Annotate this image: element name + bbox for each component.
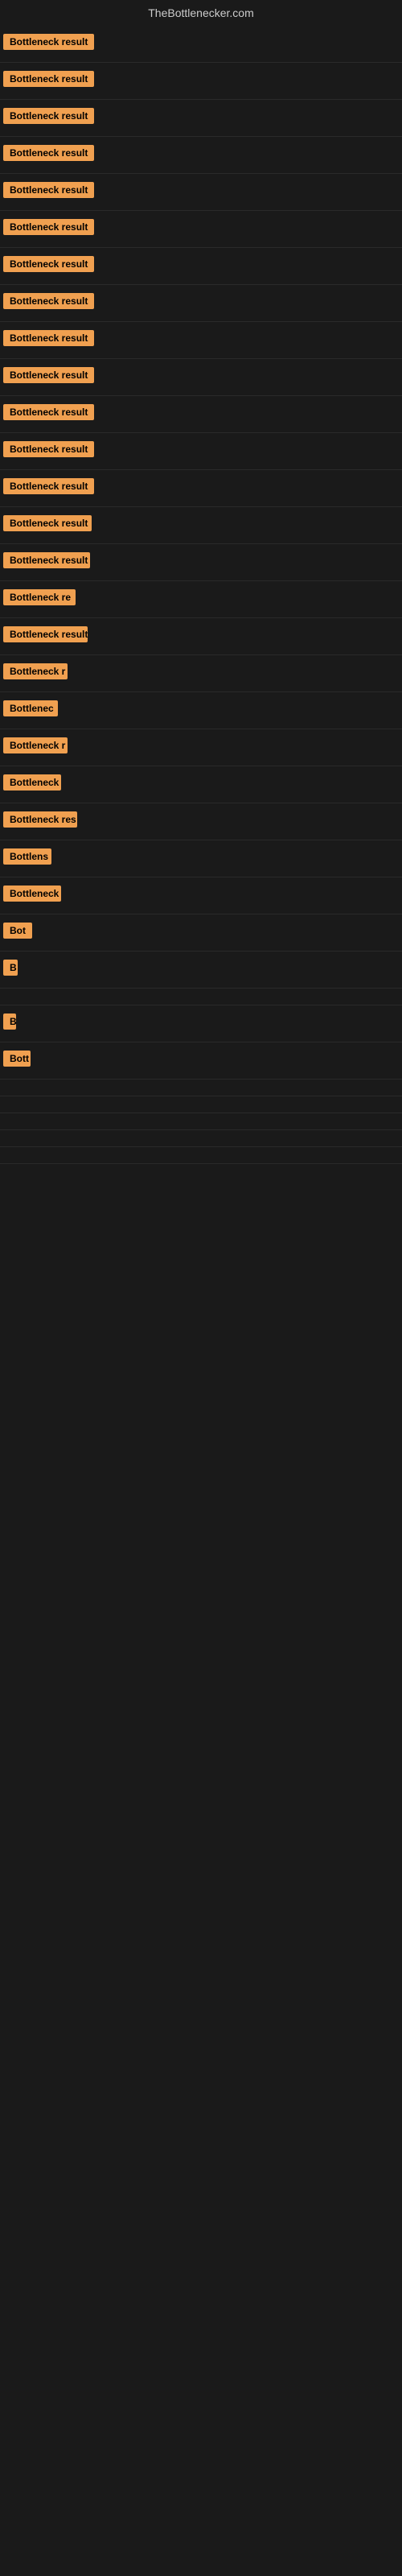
result-row: Bottleneck result	[0, 359, 402, 396]
bottleneck-badge[interactable]: Bot	[3, 923, 32, 939]
results-list: Bottleneck result Bottleneck result Bottle…	[0, 26, 402, 1180]
result-row: Bottleneck r	[0, 729, 402, 766]
bottleneck-badge[interactable]: Bottleneck re	[3, 589, 76, 605]
result-row: Bottleneck result	[0, 396, 402, 433]
bottleneck-badge[interactable]: Bottleneck result	[3, 441, 94, 457]
bottleneck-badge[interactable]: Bottleneck result	[3, 256, 94, 272]
bottleneck-badge[interactable]: Bottleneck r	[3, 737, 68, 753]
result-row: Bottleneck result	[0, 544, 402, 581]
bottleneck-badge[interactable]: Bottleneck	[3, 886, 61, 902]
result-row: Bottleneck result	[0, 433, 402, 470]
result-row: B	[0, 1005, 402, 1042]
result-row: Bottlens	[0, 840, 402, 877]
result-row	[0, 1080, 402, 1096]
result-row: Bottleneck result	[0, 248, 402, 285]
site-title: TheBottlenecker.com	[0, 0, 402, 26]
result-row: Bottleneck result	[0, 211, 402, 248]
bottleneck-badge[interactable]: B	[3, 1013, 16, 1030]
result-row: B	[0, 952, 402, 989]
bottleneck-badge[interactable]: Bott	[3, 1051, 31, 1067]
result-row: Bott	[0, 1042, 402, 1080]
bottleneck-badge[interactable]: Bottleneck result	[3, 515, 92, 531]
result-row: Bottleneck result	[0, 63, 402, 100]
result-row	[0, 1130, 402, 1147]
bottleneck-badge[interactable]: Bottleneck result	[3, 404, 94, 420]
bottleneck-badge[interactable]: Bottleneck	[3, 774, 61, 791]
result-row: Bottleneck result	[0, 618, 402, 655]
result-row	[0, 989, 402, 1005]
result-row: Bottleneck result	[0, 507, 402, 544]
result-row: Bottlenec	[0, 692, 402, 729]
bottleneck-badge[interactable]: Bottleneck result	[3, 552, 90, 568]
result-row	[0, 1147, 402, 1164]
bottleneck-badge[interactable]: Bottlens	[3, 848, 51, 865]
bottleneck-badge[interactable]: Bottleneck result	[3, 478, 94, 494]
bottleneck-badge[interactable]: Bottleneck result	[3, 145, 94, 161]
result-row: Bottleneck result	[0, 174, 402, 211]
result-row	[0, 1113, 402, 1130]
bottleneck-badge[interactable]: Bottleneck result	[3, 71, 94, 87]
result-row: Bottleneck result	[0, 26, 402, 63]
result-row: Bottleneck result	[0, 470, 402, 507]
site-title-bar: TheBottlenecker.com	[0, 0, 402, 26]
result-row: Bottleneck r	[0, 655, 402, 692]
bottleneck-badge[interactable]: Bottleneck result	[3, 219, 94, 235]
result-row: Bottleneck	[0, 877, 402, 914]
bottleneck-badge[interactable]: Bottleneck result	[3, 626, 88, 642]
bottleneck-badge[interactable]: Bottleneck result	[3, 182, 94, 198]
bottleneck-badge[interactable]: Bottlenec	[3, 700, 58, 716]
result-row: Bottleneck result	[0, 285, 402, 322]
bottleneck-badge[interactable]: Bottleneck result	[3, 330, 94, 346]
result-row: Bot	[0, 914, 402, 952]
result-row: Bottleneck	[0, 766, 402, 803]
bottleneck-badge[interactable]: Bottleneck result	[3, 293, 94, 309]
bottleneck-badge[interactable]: Bottleneck result	[3, 367, 94, 383]
result-row	[0, 1164, 402, 1180]
bottleneck-badge[interactable]: B	[3, 960, 18, 976]
result-row: Bottleneck result	[0, 100, 402, 137]
bottleneck-badge[interactable]: Bottleneck result	[3, 34, 94, 50]
result-row: Bottleneck result	[0, 137, 402, 174]
bottleneck-badge[interactable]: Bottleneck r	[3, 663, 68, 679]
result-row: Bottleneck result	[0, 322, 402, 359]
result-row: Bottleneck re	[0, 581, 402, 618]
result-row	[0, 1096, 402, 1113]
bottleneck-badge[interactable]: Bottleneck result	[3, 108, 94, 124]
result-row: Bottleneck res	[0, 803, 402, 840]
bottleneck-badge[interactable]: Bottleneck res	[3, 811, 77, 828]
